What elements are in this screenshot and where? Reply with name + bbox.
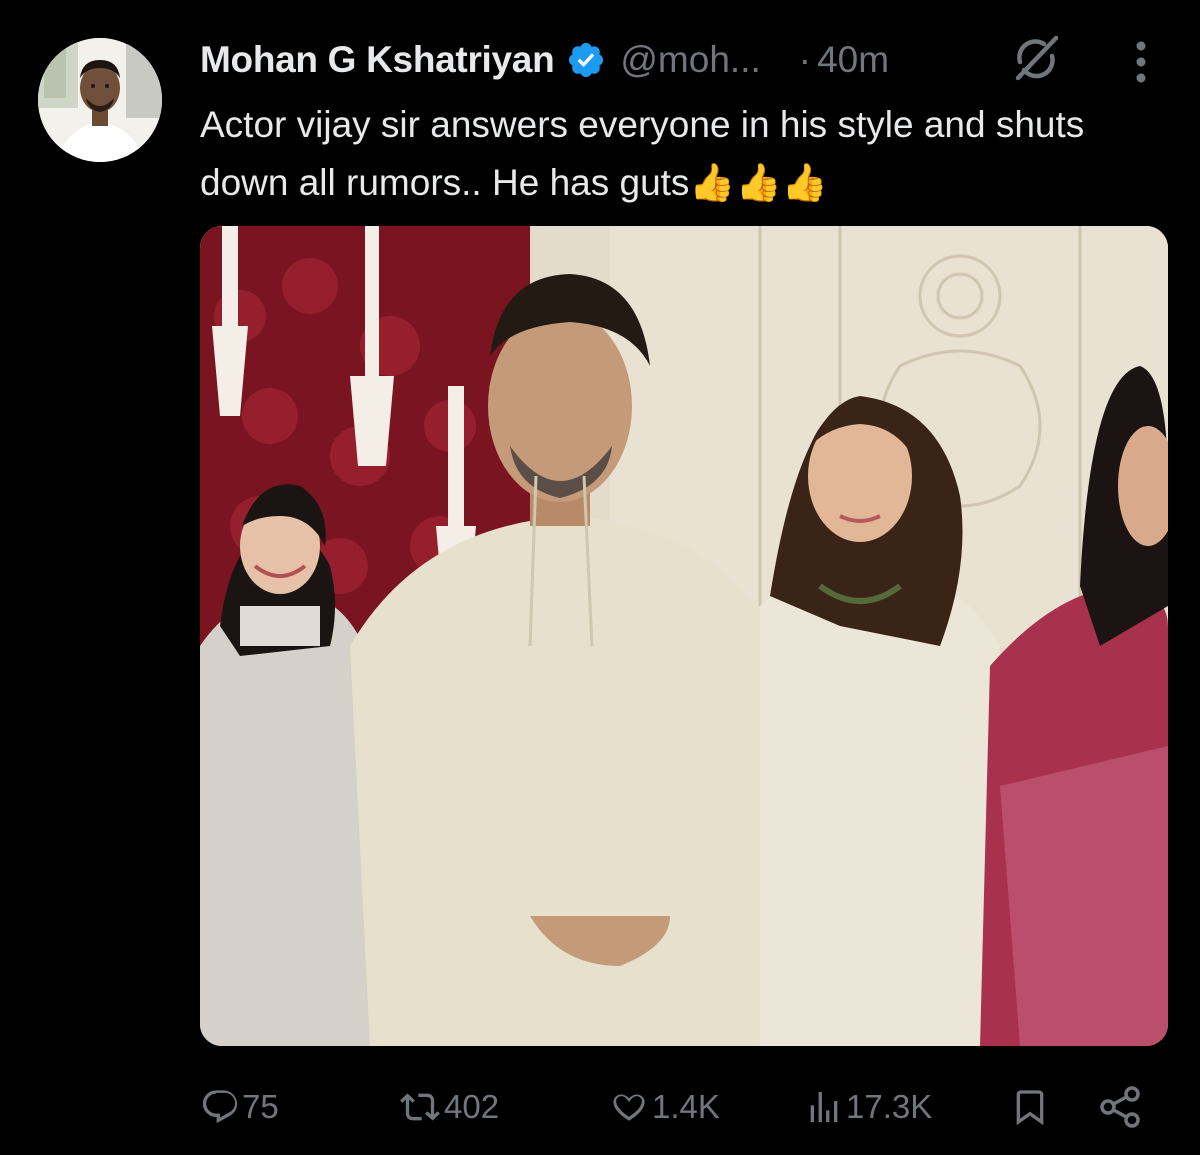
grok-icon[interactable] xyxy=(1010,32,1062,84)
tweet-text: Actor vijay sir answers everyone in his … xyxy=(200,104,1085,203)
views-button[interactable]: 17.3K xyxy=(804,1072,932,1142)
tweet-photo[interactable] xyxy=(200,226,1168,1046)
author-handle[interactable]: @moh... xyxy=(620,39,760,81)
reply-button[interactable]: 75 xyxy=(200,1072,279,1142)
tweet-action-bar: 75 402 1.4K 17.3K xyxy=(0,1072,1200,1142)
bookmark-button[interactable] xyxy=(1010,1072,1050,1142)
reply-icon xyxy=(202,1090,238,1124)
share-icon xyxy=(1100,1086,1140,1128)
like-button[interactable]: 1.4K xyxy=(608,1072,720,1142)
bookmark-icon xyxy=(1016,1090,1044,1126)
repost-count: 402 xyxy=(444,1088,500,1125)
like-count: 1.4K xyxy=(652,1088,720,1125)
views-count: 17.3K xyxy=(846,1088,933,1125)
reply-count: 75 xyxy=(242,1088,279,1125)
author-avatar[interactable] xyxy=(38,38,162,162)
more-options-icon[interactable] xyxy=(1126,38,1156,86)
like-icon xyxy=(613,1094,645,1121)
share-button[interactable] xyxy=(1098,1072,1144,1142)
tweet[interactable]: Mohan G Kshatriyan @moh... · 40m Actor v… xyxy=(0,0,1200,1155)
tweet-timestamp[interactable]: 40m xyxy=(817,39,889,81)
tweet-header: Mohan G Kshatriyan @moh... · 40m xyxy=(200,30,889,90)
repost-icon xyxy=(400,1093,440,1121)
views-icon xyxy=(810,1092,838,1122)
verified-badge-icon[interactable] xyxy=(566,40,606,80)
header-separator: · xyxy=(798,39,812,80)
author-name[interactable]: Mohan G Kshatriyan xyxy=(200,39,555,81)
repost-button[interactable]: 402 xyxy=(398,1072,499,1142)
